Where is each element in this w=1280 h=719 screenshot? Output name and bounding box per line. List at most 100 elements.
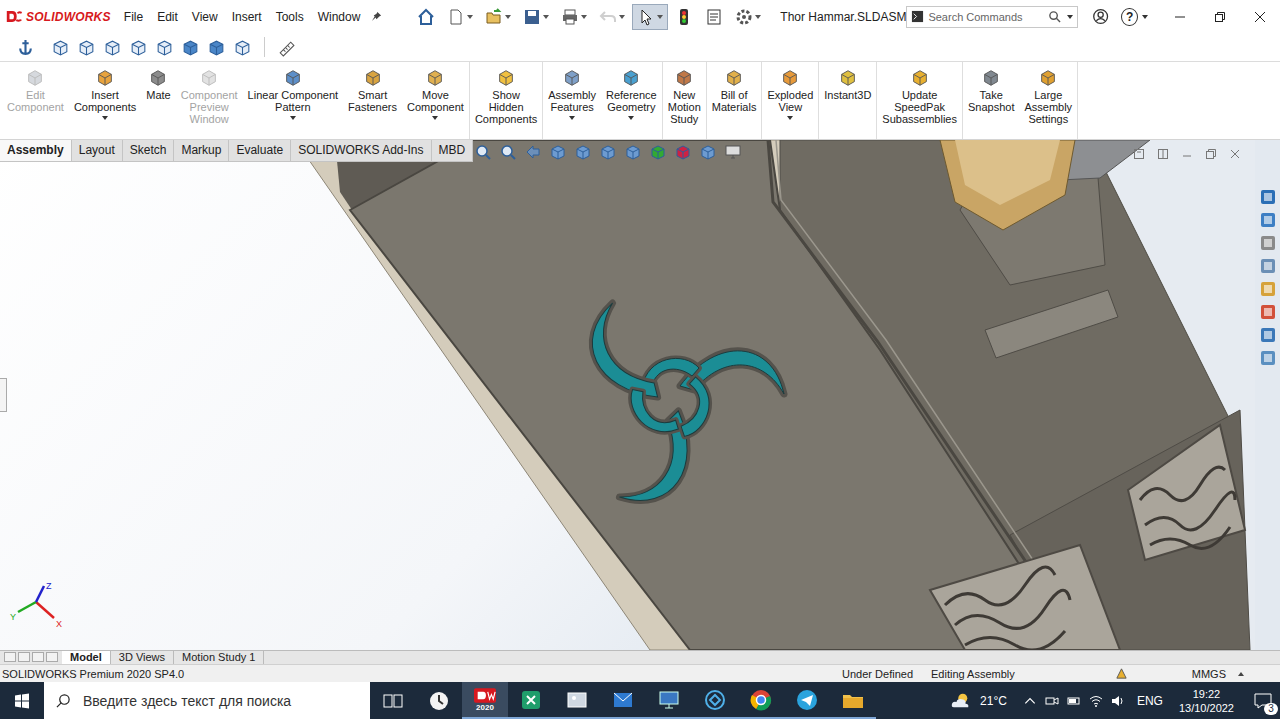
dropdown-caret[interactable]: [432, 116, 438, 120]
monitor-icon[interactable]: [724, 143, 742, 161]
display-style-icon[interactable]: [599, 143, 617, 161]
show-hidden-icons-icon[interactable]: [1023, 694, 1037, 708]
ribbon-button[interactable]: Bill ofMaterials: [707, 62, 763, 139]
ribbon-button[interactable]: Mate: [141, 62, 175, 139]
dropdown-caret[interactable]: [628, 116, 634, 120]
view-settings-icon[interactable]: [699, 143, 717, 161]
isometric-view-icon[interactable]: [207, 38, 226, 57]
ribbon-button[interactable]: ExplodedView: [762, 62, 819, 139]
panel-handle[interactable]: [0, 378, 7, 412]
dropdown-caret[interactable]: [290, 116, 296, 120]
right-view-icon[interactable]: [129, 38, 148, 57]
ribbon-button[interactable]: AssemblyFeatures: [543, 62, 601, 139]
input-language[interactable]: ENG: [1137, 694, 1163, 708]
graphics-area[interactable]: AssemblyLayoutSketchMarkupEvaluateSOLIDW…: [0, 140, 1255, 650]
taskbar-app[interactable]: [370, 682, 416, 719]
taskbar-app[interactable]: [600, 682, 646, 719]
left-view-icon[interactable]: [103, 38, 122, 57]
menu-item[interactable]: Tools: [269, 7, 311, 27]
bottom-tab[interactable]: Motion Study 1: [174, 651, 264, 664]
notification-center[interactable]: 3: [1250, 686, 1276, 716]
command-tab[interactable]: MBD: [432, 140, 474, 161]
back-view-icon[interactable]: [77, 38, 96, 57]
custom-properties-icon[interactable]: [1259, 326, 1277, 344]
front-view-icon[interactable]: [51, 38, 70, 57]
toolbar-button[interactable]: [518, 4, 554, 30]
toolbar-button[interactable]: [594, 4, 630, 30]
ribbon-button[interactable]: Linear ComponentPattern: [243, 62, 344, 139]
ribbon-button[interactable]: InsertComponents: [69, 62, 141, 139]
minimize-icon[interactable]: [1181, 148, 1193, 160]
dropdown-caret[interactable]: [102, 116, 108, 120]
taskbar-search[interactable]: Введите здесь текст для поиска: [44, 682, 370, 719]
previous-view-icon[interactable]: [524, 143, 542, 161]
taskbar-app[interactable]: [646, 682, 692, 719]
view-palette-icon[interactable]: [1259, 280, 1277, 298]
ribbon-button[interactable]: UpdateSpeedPakSubassemblies: [877, 62, 963, 139]
scene-icon[interactable]: [674, 143, 692, 161]
toolbar-button[interactable]: [670, 4, 698, 30]
units-caret[interactable]: [1238, 672, 1244, 676]
ribbon-button[interactable]: SmartFasteners: [343, 62, 402, 139]
file-explorer-icon[interactable]: [1259, 257, 1277, 275]
taskbar-app[interactable]: [416, 682, 462, 719]
menu-item[interactable]: Window: [311, 7, 368, 27]
ribbon-button[interactable]: ShowHiddenComponents: [470, 62, 543, 139]
restore-icon[interactable]: [1200, 11, 1240, 23]
taskbar-app[interactable]: [738, 682, 784, 719]
battery-icon[interactable]: [1067, 694, 1081, 708]
dropdown-caret[interactable]: [569, 116, 575, 120]
menu-item[interactable]: View: [185, 7, 225, 27]
menu-item[interactable]: File: [117, 7, 150, 27]
command-tab[interactable]: Layout: [72, 140, 123, 161]
taskbar-app[interactable]: 2020: [462, 682, 508, 719]
ribbon-button[interactable]: ReferenceGeometry: [601, 62, 663, 139]
ribbon-button[interactable]: LargeAssemblySettings: [1019, 62, 1078, 139]
command-tab[interactable]: Sketch: [123, 140, 175, 161]
toolbar-button[interactable]: [730, 4, 766, 30]
pin-icon[interactable]: [371, 11, 382, 22]
unit-system[interactable]: MMGS: [1192, 668, 1226, 680]
toolbar-button[interactable]: [700, 4, 728, 30]
tab-scroll-button[interactable]: [4, 652, 16, 662]
ribbon-button[interactable]: Instant3D: [819, 62, 877, 139]
search-commands[interactable]: Search Commands: [906, 6, 1078, 28]
bottom-view-icon[interactable]: [181, 38, 200, 57]
toolbar-button[interactable]: [632, 4, 668, 30]
restore-icon[interactable]: [1205, 148, 1217, 160]
command-tab[interactable]: Evaluate: [229, 140, 291, 161]
zoom-area-icon[interactable]: [499, 143, 517, 161]
home-pane-icon[interactable]: [1259, 211, 1277, 229]
help-button[interactable]: ?: [1121, 8, 1138, 26]
windows-start-icon[interactable]: [0, 693, 44, 709]
close-icon[interactable]: [1229, 148, 1241, 160]
normal-to-icon[interactable]: [233, 38, 252, 57]
appearances-icon[interactable]: [1259, 303, 1277, 321]
taskbar-app[interactable]: [784, 682, 830, 719]
design-library-icon[interactable]: [1259, 234, 1277, 252]
taskbar-app[interactable]: [508, 682, 554, 719]
command-tab[interactable]: Markup: [174, 140, 229, 161]
toolbar-button[interactable]: [412, 4, 440, 30]
toolbar-button[interactable]: [556, 4, 592, 30]
weather-cloud-icon[interactable]: [950, 692, 972, 710]
taskbar-app[interactable]: [554, 682, 600, 719]
command-tab[interactable]: SOLIDWORKS Add-Ins: [291, 140, 431, 161]
temperature[interactable]: 21°C: [980, 694, 1007, 708]
top-view-icon[interactable]: [155, 38, 174, 57]
tab-scroll-button[interactable]: [32, 652, 44, 662]
hide-show-icon[interactable]: [624, 143, 642, 161]
tab-scroll-button[interactable]: [46, 652, 58, 662]
app-logo[interactable]: SOLIDWORKS: [0, 9, 117, 24]
zoom-fit-icon[interactable]: [474, 143, 492, 161]
appearance-icon[interactable]: [649, 143, 667, 161]
bottom-tab[interactable]: 3D Views: [111, 651, 174, 664]
user-icon[interactable]: [1092, 7, 1109, 26]
ribbon-button[interactable]: MoveComponent: [402, 62, 470, 139]
anchor-icon[interactable]: [16, 38, 35, 57]
taskbar-app[interactable]: [830, 682, 876, 719]
menu-item[interactable]: Insert: [225, 7, 269, 27]
dropdown-caret[interactable]: [787, 116, 793, 120]
bottom-tab[interactable]: Model: [62, 651, 111, 664]
wifi-icon[interactable]: [1089, 694, 1103, 708]
